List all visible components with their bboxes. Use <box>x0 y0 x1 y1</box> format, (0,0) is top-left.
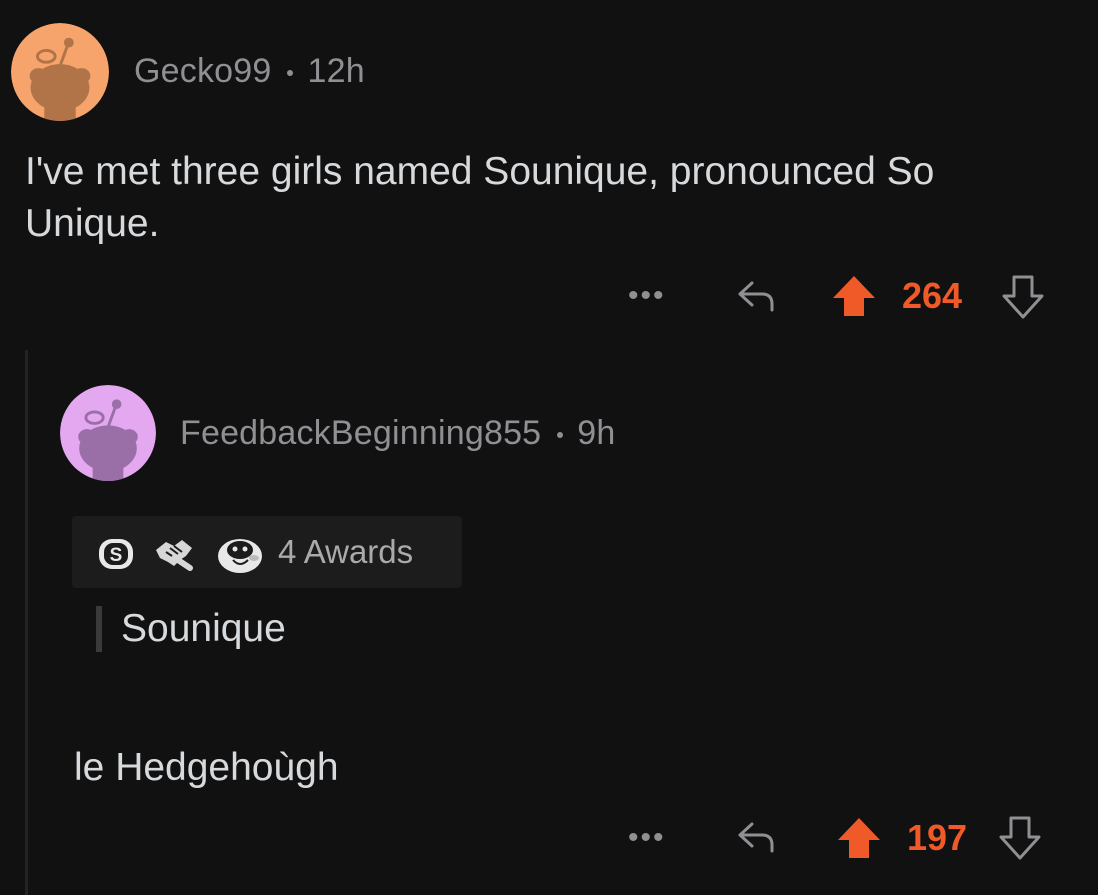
username-link[interactable]: Gecko99 <box>134 52 271 90</box>
separator-dot <box>557 432 564 439</box>
comment-thread: Gecko99 12h I've met three girls named So… <box>0 0 1098 895</box>
avatar[interactable] <box>60 385 156 481</box>
blockquote-bar <box>96 606 102 652</box>
wholesome-award-icon <box>218 539 262 573</box>
comment-header: FeedbackBeginning855 9h <box>180 414 616 453</box>
more-options-button[interactable]: ••• <box>628 823 666 853</box>
comment-body: I've met three girls named Sounique, pro… <box>25 150 935 245</box>
vote-score: 197 <box>907 817 968 858</box>
comment-age: 9h <box>577 414 616 452</box>
comment-header: Gecko99 12h <box>134 52 365 91</box>
downvote-arrow-icon[interactable] <box>997 815 1043 861</box>
thread-collapse-line[interactable] <box>25 350 28 895</box>
snoo-avatar-icon <box>60 385 156 481</box>
username-link[interactable]: FeedbackBeginning855 <box>180 414 541 452</box>
upvote-arrow-icon[interactable] <box>831 274 877 318</box>
separator-dot <box>287 70 294 77</box>
awards-bar[interactable]: S 4 Awards <box>72 516 462 588</box>
vote-score: 264 <box>902 275 963 316</box>
blockquote-text: Sounique <box>121 607 286 650</box>
snoo-avatar-icon <box>11 23 109 121</box>
more-options-button[interactable]: ••• <box>628 281 666 311</box>
upvote-arrow-icon[interactable] <box>836 816 882 860</box>
reply-arrow-icon[interactable] <box>734 277 778 313</box>
downvote-arrow-icon[interactable] <box>1000 274 1046 320</box>
silver-coin-award-icon: S <box>99 539 133 569</box>
svg-text:S: S <box>110 545 123 566</box>
comment-age: 12h <box>307 52 365 90</box>
handshake-award-icon <box>156 540 193 571</box>
reply-arrow-icon[interactable] <box>734 818 778 854</box>
avatar[interactable] <box>11 23 109 121</box>
comment-body: le Hedgehoùgh <box>74 746 339 789</box>
awards-count: 4 Awards <box>278 533 414 570</box>
